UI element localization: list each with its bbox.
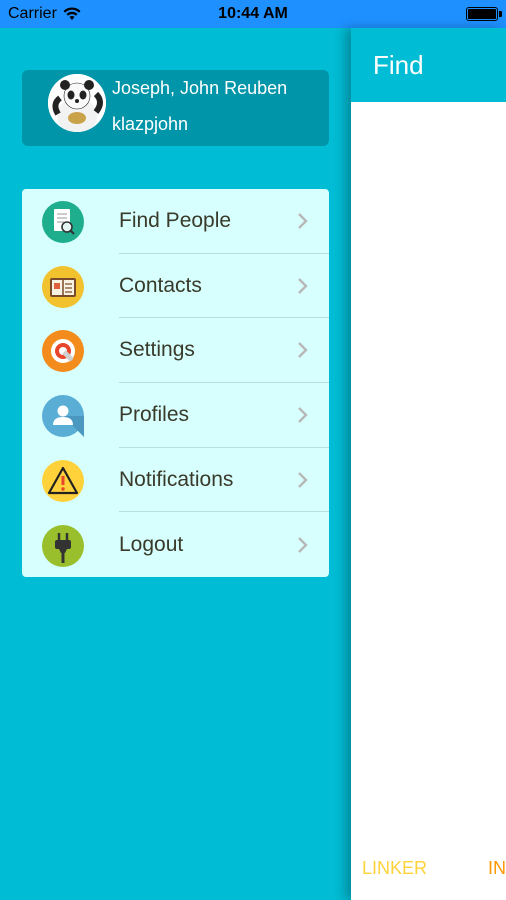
menu-item-contacts[interactable]: Contacts [22, 254, 329, 319]
panel-header: Find [351, 28, 506, 102]
menu-item-label: Profiles [119, 403, 190, 427]
drawer-menu: Find People Contacts Settings Profiles N… [22, 189, 329, 577]
battery-icon [466, 7, 502, 21]
page-title: Find [373, 50, 424, 80]
find-people-icon [42, 201, 84, 243]
user-name: Joseph, John Reuben [112, 78, 288, 98]
menu-item-label: Logout [119, 532, 184, 556]
user-profile-card[interactable]: Joseph, John Reuben klazpjohn [22, 70, 329, 146]
warning-icon [42, 459, 84, 502]
plug-icon [42, 524, 84, 567]
chevron-right-icon [298, 536, 308, 553]
tab-in[interactable]: IN [488, 858, 506, 879]
chevron-right-icon [298, 471, 308, 488]
chevron-right-icon [298, 277, 308, 294]
menu-item-notifications[interactable]: Notifications [22, 448, 329, 513]
menu-item-label: Find People [119, 209, 232, 232]
menu-item-label: Contacts [119, 273, 202, 297]
chevron-right-icon [298, 407, 308, 423]
menu-item-profiles[interactable]: Profiles [22, 383, 329, 448]
profile-icon [42, 395, 84, 438]
main-panel[interactable]: Find LINKER IN [351, 28, 506, 900]
contacts-icon [42, 265, 84, 308]
chevron-right-icon [298, 342, 308, 359]
status-bar: Carrier 10:44 AM [0, 0, 506, 28]
panda-avatar-icon [48, 74, 106, 132]
menu-item-find-people[interactable]: Find People [22, 189, 329, 254]
menu-item-label: Settings [119, 338, 195, 362]
chevron-right-icon [298, 213, 308, 229]
user-handle: klazpjohn [112, 114, 189, 134]
menu-item-settings[interactable]: Settings [22, 318, 329, 384]
navigation-drawer: Joseph, John Reuben klazpjohn Find Peopl… [0, 28, 351, 900]
menu-item-logout[interactable]: Logout [22, 513, 329, 578]
tab-linker[interactable]: LINKER [362, 858, 427, 879]
settings-icon [42, 330, 84, 373]
menu-item-label: Notifications [119, 467, 234, 491]
status-time: 10:44 AM [218, 5, 288, 22]
